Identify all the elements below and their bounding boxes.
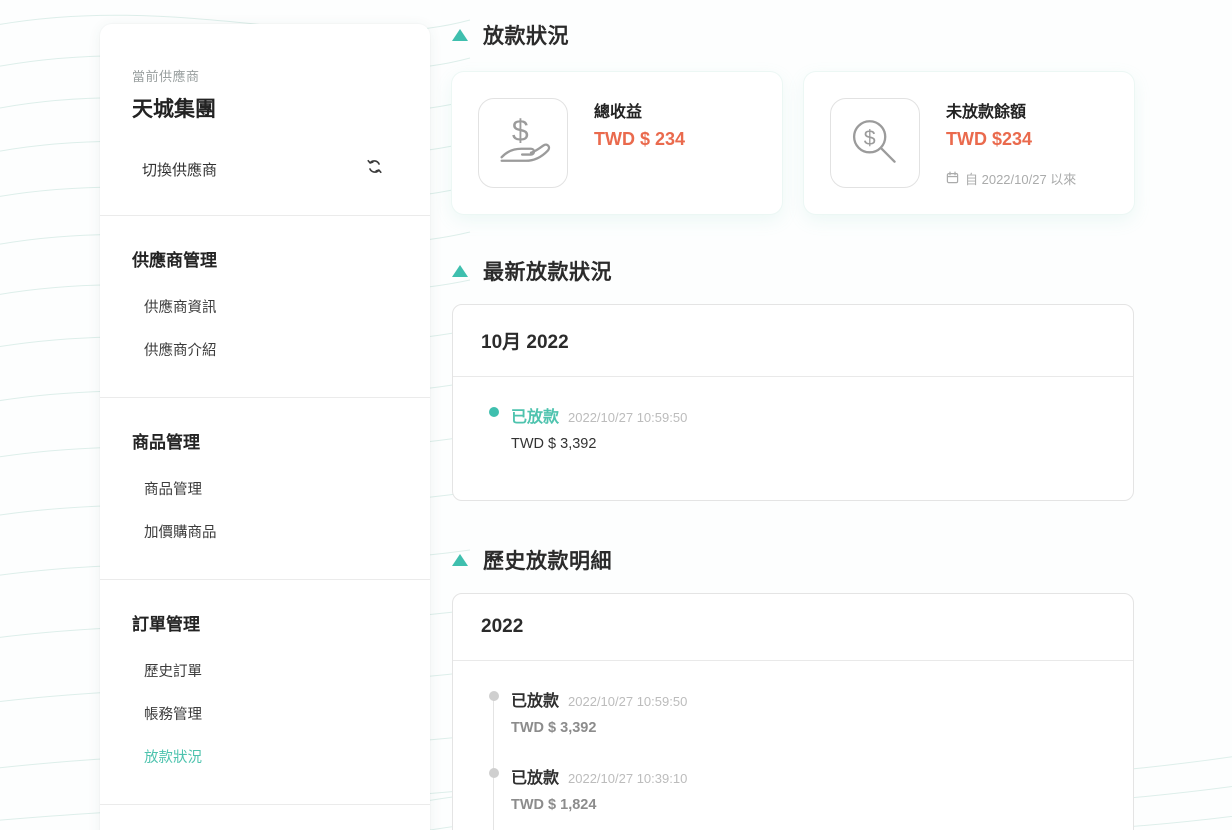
switch-supplier-label: 切換供應商 bbox=[142, 159, 217, 180]
supplier-name: 天城集團 bbox=[132, 93, 398, 123]
history-card: 2022 已放款 2022/10/27 10:59:50 TWD $ 3,392… bbox=[452, 593, 1134, 830]
loan-status-badge: 已放款 bbox=[511, 687, 559, 711]
sidebar-item-order-history[interactable]: 歷史訂單 bbox=[132, 649, 398, 692]
loan-status-heading: 放款狀況 bbox=[452, 20, 1134, 50]
page-title: 放款狀況 bbox=[483, 20, 569, 50]
total-revenue-card: $ 總收益 TWD $ 234 bbox=[452, 72, 782, 214]
hand-dollar-icon: $ bbox=[478, 98, 568, 188]
section-title: 商品管理 bbox=[132, 428, 398, 453]
since-date-note: 自 2022/10/27 以來 bbox=[946, 169, 1076, 188]
stat-value: TWD $ 234 bbox=[594, 129, 685, 150]
latest-loan-card: 10月 2022 已放款 2022/10/27 10:59:50 TWD $ 3… bbox=[452, 304, 1134, 501]
unreleased-balance-card: $ 未放款餘額 TWD $234 自 2022/10/27 以來 bbox=[804, 72, 1134, 214]
loan-amount: TWD $ 1,824 bbox=[511, 797, 1105, 813]
sidebar-item-loan-status[interactable]: 放款狀況 bbox=[132, 735, 398, 778]
status-dot-icon bbox=[489, 768, 499, 778]
calendar-icon bbox=[946, 171, 959, 187]
refresh-icon[interactable] bbox=[365, 157, 384, 181]
current-supplier-block: 當前供應商 天城集團 切換供應商 bbox=[100, 24, 430, 215]
sidebar-section-supplier: 供應商管理 供應商資訊 供應商介紹 bbox=[100, 216, 430, 397]
section-title: 供應商管理 bbox=[132, 246, 398, 271]
sidebar-section-notifications: 通知與提醒 bbox=[100, 805, 430, 830]
section-title: 訂單管理 bbox=[132, 610, 398, 635]
triangle-marker-icon bbox=[452, 265, 468, 277]
sidebar-item-supplier-intro[interactable]: 供應商介紹 bbox=[132, 328, 398, 371]
switch-supplier-button[interactable]: 切換供應商 bbox=[132, 157, 398, 181]
status-dot-icon bbox=[489, 407, 499, 417]
triangle-marker-icon bbox=[452, 29, 468, 41]
section-title: 歷史放款明細 bbox=[483, 545, 612, 575]
latest-period-header: 10月 2022 bbox=[453, 305, 1133, 377]
triangle-marker-icon bbox=[452, 554, 468, 566]
sidebar-item-product-management[interactable]: 商品管理 bbox=[132, 467, 398, 510]
current-supplier-label: 當前供應商 bbox=[132, 66, 398, 85]
history-heading: 歷史放款明細 bbox=[452, 545, 1134, 575]
loan-timestamp: 2022/10/27 10:59:50 bbox=[568, 694, 687, 709]
loan-entry: 已放款 2022/10/27 10:39:10 TWD $ 1,824 bbox=[489, 764, 1105, 813]
stat-cards-row: $ 總收益 TWD $ 234 $ 未放款餘額 TWD $234 bbox=[452, 72, 1134, 214]
stat-value: TWD $234 bbox=[946, 129, 1076, 150]
loan-entry: 已放款 2022/10/27 10:59:50 TWD $ 3,392 bbox=[489, 403, 1105, 452]
latest-loan-heading: 最新放款狀況 bbox=[452, 256, 1134, 286]
timeline-tail-spacer bbox=[489, 813, 1105, 830]
history-period-header: 2022 bbox=[453, 594, 1133, 661]
sidebar-item-supplier-info[interactable]: 供應商資訊 bbox=[132, 285, 398, 328]
loan-entry: 已放款 2022/10/27 10:59:50 TWD $ 3,392 bbox=[489, 687, 1105, 736]
sidebar-section-products: 商品管理 商品管理 加價購商品 bbox=[100, 398, 430, 579]
loan-amount: TWD $ 3,392 bbox=[511, 720, 1105, 736]
stat-label: 未放款餘額 bbox=[946, 98, 1076, 122]
loan-status-badge: 已放款 bbox=[511, 764, 559, 788]
sidebar-section-orders: 訂單管理 歷史訂單 帳務管理 放款狀況 bbox=[100, 580, 430, 804]
loan-timestamp: 2022/10/27 10:59:50 bbox=[568, 410, 687, 425]
loan-amount: TWD $ 3,392 bbox=[511, 436, 1105, 452]
magnifier-dollar-icon: $ bbox=[830, 98, 920, 188]
sidebar-item-accounting[interactable]: 帳務管理 bbox=[132, 692, 398, 735]
svg-text:$: $ bbox=[512, 115, 529, 148]
loan-timestamp: 2022/10/27 10:39:10 bbox=[568, 771, 687, 786]
sidebar-item-addon-products[interactable]: 加價購商品 bbox=[132, 510, 398, 553]
stat-label: 總收益 bbox=[594, 98, 685, 122]
sidebar: 當前供應商 天城集團 切換供應商 供應商管理 供應商資訊 供應商介紹 商品管理 … bbox=[100, 24, 430, 830]
status-dot-icon bbox=[489, 691, 499, 701]
section-title: 最新放款狀況 bbox=[483, 256, 612, 286]
svg-text:$: $ bbox=[864, 126, 876, 150]
main-content: 放款狀況 $ 總收益 TWD $ 234 $ bbox=[452, 20, 1134, 830]
loan-status-badge: 已放款 bbox=[511, 403, 559, 427]
since-date-text: 自 2022/10/27 以來 bbox=[965, 169, 1076, 188]
